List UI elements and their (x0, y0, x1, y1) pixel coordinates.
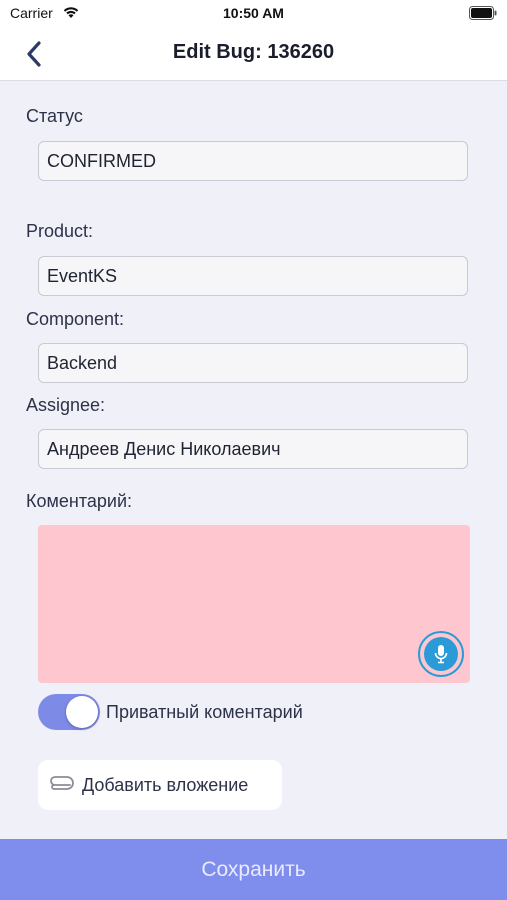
component-label: Component: (26, 309, 125, 329)
page-title: Edit Bug: 136260 (172, 41, 335, 63)
status-label: Статус (26, 106, 83, 126)
battery-icon (469, 6, 497, 20)
clock: 10:50 AM (223, 5, 284, 21)
add-attachment-button[interactable]: Добавить вложение (38, 760, 282, 810)
nav-bar: Edit Bug: 136260 (0, 28, 507, 81)
assignee-value: Андреев Денис Николаевич (47, 438, 281, 459)
status-value: CONFIRMED (47, 150, 156, 171)
component-field[interactable]: Backend (38, 343, 468, 383)
comment-label: Коментарий: (26, 491, 132, 511)
voice-input-button[interactable] (418, 631, 464, 677)
status-field[interactable]: CONFIRMED (38, 141, 468, 181)
status-bar: Carrier 10:50 AM (0, 0, 507, 28)
comment-textarea[interactable] (38, 525, 470, 683)
save-label: Сохранить (201, 857, 306, 881)
component-value: Backend (47, 352, 118, 373)
product-label: Product: (26, 221, 94, 241)
assignee-label: Assignee: (26, 395, 106, 415)
toggle-knob (66, 696, 98, 728)
product-value: EventKS (47, 265, 118, 286)
add-attachment-label: Добавить вложение (82, 774, 249, 795)
mic-icon (424, 637, 458, 671)
product-field[interactable]: EventKS (38, 256, 468, 296)
private-comment-label: Приватный коментарий (106, 702, 303, 722)
save-button[interactable]: Сохранить (0, 839, 507, 900)
private-comment-toggle[interactable] (38, 694, 100, 730)
paperclip-icon (50, 776, 74, 790)
assignee-field[interactable]: Андреев Денис Николаевич (38, 429, 468, 469)
